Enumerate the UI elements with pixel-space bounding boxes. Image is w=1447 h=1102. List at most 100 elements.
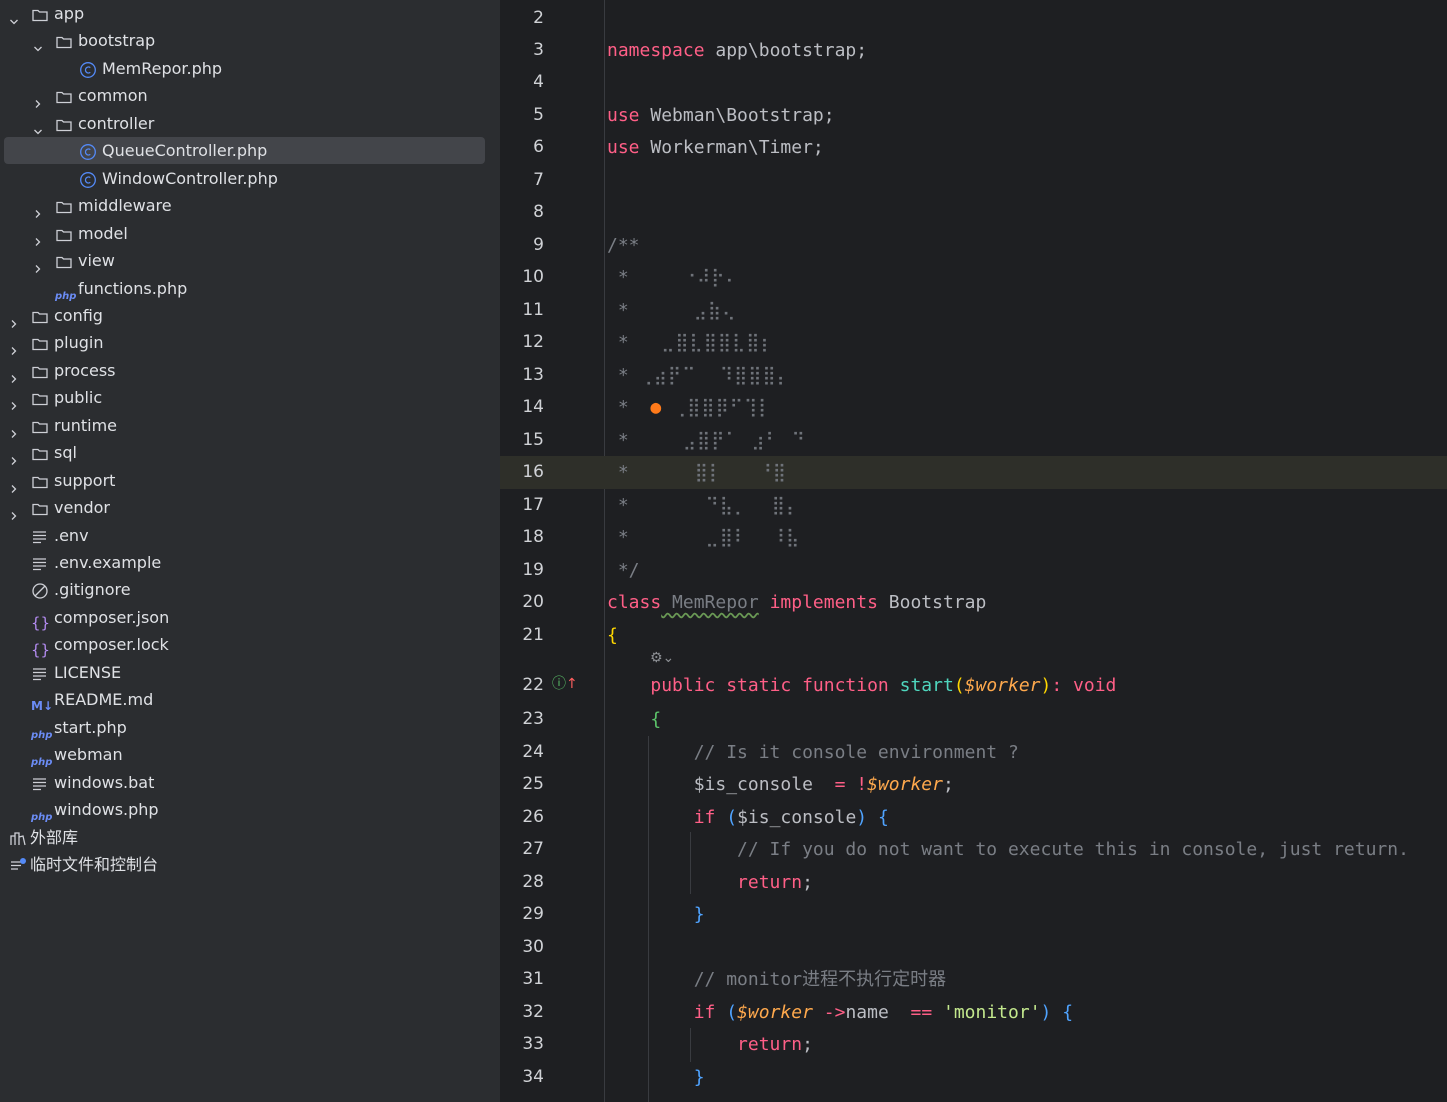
tree-item[interactable]: common xyxy=(0,82,490,109)
tree-item-label: QueueController.php xyxy=(102,141,268,161)
code-line[interactable]: 4 xyxy=(500,66,1447,99)
code-line[interactable]: 24 // Is it console environment ? xyxy=(500,736,1447,769)
folder-icon xyxy=(31,417,49,435)
code-line[interactable]: 30 xyxy=(500,931,1447,964)
code-token: use xyxy=(607,137,640,158)
tree-item[interactable]: support xyxy=(0,467,490,494)
code-line[interactable]: 26 if ($is_console) { xyxy=(500,801,1447,834)
tree-item[interactable]: php windows.php xyxy=(0,796,490,823)
code-line[interactable]: 10 * ⠐⠼⡗⠄ xyxy=(500,261,1447,294)
tree-item[interactable]: 临时文件和控制台 xyxy=(0,851,490,878)
code-line[interactable]: 13 * ⢀⣴⡟⠉ ⠹⣿⣿⣿⡄ xyxy=(500,359,1447,392)
code-line[interactable]: 7 xyxy=(500,164,1447,197)
chevron-right-icon[interactable] xyxy=(9,392,17,411)
code-line[interactable]: 32 if ($worker ->name == 'monitor') { xyxy=(500,996,1447,1029)
tree-item[interactable]: {} composer.json xyxy=(0,604,490,632)
code-line[interactable]: 6 use Workerman\Timer; xyxy=(500,131,1447,164)
tree-item[interactable]: WindowController.php xyxy=(0,165,490,192)
tree-item[interactable]: vendor xyxy=(0,494,490,521)
chevron-right-icon[interactable] xyxy=(9,310,17,328)
tree-item[interactable]: view xyxy=(0,247,490,274)
code-token: * xyxy=(607,300,694,321)
tree-item[interactable]: 外部库 xyxy=(0,824,490,851)
code-line[interactable]: 16 * ⣿⡇ ⠘⣿ xyxy=(500,456,1447,489)
code-token: * xyxy=(607,495,694,516)
code-token: ; xyxy=(942,774,954,795)
tree-item[interactable]: controller xyxy=(0,110,490,137)
tree-item[interactable]: process xyxy=(0,357,490,384)
tree-item[interactable]: M↓ README.md xyxy=(0,686,490,713)
tree-item[interactable]: middleware xyxy=(0,192,490,219)
tree-item[interactable]: plugin xyxy=(0,329,490,356)
tree-item[interactable]: LICENSE xyxy=(0,659,490,686)
line-number: 16 xyxy=(522,462,544,482)
tree-item[interactable]: sql xyxy=(0,439,490,466)
tree-item[interactable]: app xyxy=(0,0,490,27)
code-line[interactable]: 29 } xyxy=(500,898,1447,931)
code-editor[interactable]: ⚙⌄ ⓘ↑ 2 3 namespace app\bootstrap; 4 5 use We… xyxy=(500,0,1447,1102)
tree-item[interactable]: QueueController.php xyxy=(4,137,485,165)
tree-item[interactable]: bootstrap xyxy=(0,27,490,54)
tree-item[interactable]: php start.php xyxy=(0,714,490,741)
tree-item[interactable]: php functions.php xyxy=(0,275,490,302)
code-line[interactable]: 2 xyxy=(500,2,1447,35)
code-line[interactable]: 14 * ● ⢀⣿⣿⡿⠋⢹⡇ xyxy=(500,391,1447,424)
chevron-right-icon[interactable] xyxy=(9,365,17,383)
code-text: $is_console = !$worker; xyxy=(607,768,954,801)
tree-item[interactable]: public xyxy=(0,384,490,411)
tree-item[interactable]: runtime xyxy=(0,412,490,439)
code-line[interactable]: 12 * ⣀⣿⣇⣿⣿⣇⣿⡆ xyxy=(500,326,1447,359)
tree-item[interactable]: php webman xyxy=(0,741,490,768)
code-line[interactable]: 28 return; xyxy=(500,866,1447,899)
code-line[interactable]: 21 { xyxy=(500,619,1447,652)
tree-item[interactable]: config xyxy=(0,302,490,329)
chevron-right-icon[interactable] xyxy=(33,90,41,109)
chevron-right-icon[interactable] xyxy=(9,502,17,521)
code-token: */ xyxy=(607,560,640,581)
code-line[interactable]: 33 return; xyxy=(500,1028,1447,1061)
code-line[interactable]: 18 * ⣀⣿⠇ ⠸⣧ xyxy=(500,521,1447,554)
code-line[interactable]: 15 * ⣠⣿⡟⠁ ⣰⠃ ⠙ xyxy=(500,424,1447,457)
code-line[interactable]: 34 } xyxy=(500,1061,1447,1094)
code-line[interactable]: 22 public static function start($worker)… xyxy=(500,669,1447,702)
tree-item[interactable]: .env.example xyxy=(0,549,490,576)
tree-item[interactable]: windows.bat xyxy=(0,769,490,796)
line-number: 32 xyxy=(522,1002,544,1022)
line-number: 3 xyxy=(533,40,544,60)
chevron-right-icon[interactable] xyxy=(9,420,17,438)
code-line[interactable]: 17 * ⠙⣧⡀ ⣿⡄ xyxy=(500,489,1447,522)
code-line[interactable]: 27 // If you do not want to execute this… xyxy=(500,833,1447,866)
chevron-right-icon[interactable] xyxy=(33,200,41,219)
chevron-right-icon[interactable] xyxy=(9,447,17,466)
code-line[interactable]: 20 class MemRepor implements Bootstrap xyxy=(500,586,1447,619)
chevron-right-icon[interactable] xyxy=(9,337,17,356)
tree-item[interactable]: .gitignore xyxy=(0,576,490,603)
code-token: /** xyxy=(607,235,640,256)
code-line[interactable]: 11 * ⣠⣷⢄ xyxy=(500,294,1447,327)
chevron-right-icon[interactable] xyxy=(9,475,17,493)
tree-item[interactable]: model xyxy=(0,220,490,247)
chevron-down-icon[interactable] xyxy=(33,35,42,52)
tree-item[interactable]: .env xyxy=(0,522,490,549)
code-line[interactable]: 5 use Webman\Bootstrap; xyxy=(500,99,1447,132)
chevron-down-icon[interactable] xyxy=(9,8,18,25)
code-line[interactable]: 3 namespace app\bootstrap; xyxy=(500,34,1447,67)
chevron-right-icon[interactable] xyxy=(33,228,41,246)
tree-item[interactable]: MemRepor.php xyxy=(0,55,490,82)
code-line[interactable]: 9 /** xyxy=(500,229,1447,262)
code-token: ⣠⣷⢄ xyxy=(693,300,737,321)
chevron-right-icon[interactable] xyxy=(33,255,41,274)
code-line[interactable]: 31 // monitor进程不执行定时器 xyxy=(500,963,1447,996)
code-line[interactable]: 19 */ xyxy=(500,554,1447,587)
code-line[interactable]: 25 $is_console = !$worker; xyxy=(500,768,1447,801)
code-line[interactable]: 23 { xyxy=(500,703,1447,736)
tree-item[interactable]: {} composer.lock xyxy=(0,631,490,659)
folder-icon xyxy=(55,197,73,215)
tree-item-label: runtime xyxy=(54,415,118,435)
code-line[interactable]: 8 xyxy=(500,196,1447,229)
line-number: 31 xyxy=(522,969,544,989)
chevron-down-icon[interactable] xyxy=(33,118,42,135)
